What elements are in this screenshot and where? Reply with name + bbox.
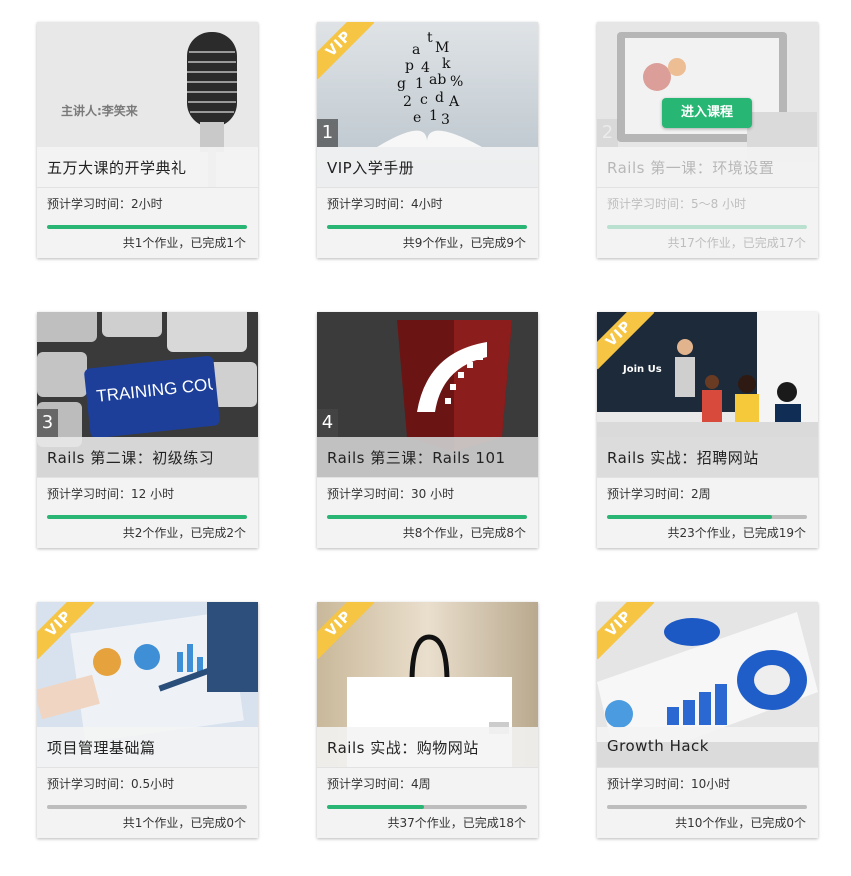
- title-bar: VIP入学手册: [317, 147, 538, 188]
- svg-text:1: 1: [415, 76, 424, 92]
- title-bar: 五万大课的开学典礼: [37, 147, 258, 188]
- title-bar: Growth Hack: [597, 727, 818, 768]
- course-title: VIP入学手册: [327, 159, 415, 177]
- svg-text:k: k: [442, 56, 451, 72]
- title-bar: 项目管理基础篇: [37, 727, 258, 768]
- progress-bar: [607, 225, 807, 229]
- progress-bar: [607, 805, 807, 809]
- svg-text:a: a: [412, 42, 420, 58]
- progress-fill: [327, 515, 527, 519]
- progress-bar: [327, 225, 527, 229]
- study-time: 预计学习时间：30 小时: [327, 487, 455, 501]
- course-card[interactable]: 2 Rails 第一课：环境设置 预计学习时间：5～8 小时 共17个作业，已完…: [597, 22, 818, 258]
- course-card[interactable]: TRAINING COURSES 3 Rails 第二课：初级练习 预计学习时间…: [37, 312, 258, 548]
- course-number: 2: [597, 119, 618, 147]
- course-title: 项目管理基础篇: [47, 739, 156, 757]
- title-bar: Rails 实战：购物网站: [317, 727, 538, 768]
- progress-fill: [607, 515, 773, 519]
- study-time: 预计学习时间：4小时: [327, 197, 443, 211]
- homework-status: 共17个作业，已完成17个: [667, 236, 806, 250]
- homework-status: 共8个作业，已完成8个: [402, 526, 526, 540]
- title-bar: Rails 实战：招聘网站: [597, 437, 818, 478]
- progress-bar: [327, 515, 527, 519]
- homework-status: 共1个作业，已完成0个: [122, 816, 246, 830]
- progress-fill: [47, 225, 247, 229]
- course-title: Rails 第二课：初级练习: [47, 449, 215, 467]
- course-title: Rails 实战：招聘网站: [607, 449, 759, 467]
- svg-text:3: 3: [441, 112, 450, 128]
- svg-text:A: A: [448, 94, 460, 110]
- study-time: 预计学习时间：10小时: [607, 777, 731, 791]
- progress-fill: [327, 225, 527, 229]
- homework-status: 共10个作业，已完成0个: [675, 816, 806, 830]
- progress-fill: [327, 805, 425, 809]
- title-bar: Rails 第三课：Rails 101: [317, 437, 538, 478]
- enter-course-button[interactable]: 进入课程: [662, 98, 752, 128]
- course-card[interactable]: VIP Growth Hack 预计学习时间：10小时 共10个作业，已完成0个: [597, 602, 818, 838]
- course-title: Rails 第三课：Rails 101: [327, 449, 506, 467]
- progress-bar: [47, 225, 247, 229]
- speaker-caption: 主讲人:李笑来: [61, 104, 138, 118]
- progress-fill: [607, 225, 807, 229]
- progress-bar: [47, 805, 247, 809]
- svg-text:g: g: [397, 76, 406, 92]
- svg-text:p: p: [405, 58, 414, 74]
- course-card[interactable]: taM p4k g 1 ab% 2cdA e13 VIP 1 VIP入学手册 预计学…: [317, 22, 538, 258]
- course-title: Rails 第一课：环境设置: [607, 159, 775, 177]
- course-card[interactable]: VIP 项目管理基础篇 预计学习时间：0.5小时 共1个作业，已完成0个: [37, 602, 258, 838]
- svg-text:ab: ab: [429, 72, 446, 88]
- svg-text:d: d: [435, 90, 444, 106]
- join-us-caption: Join Us: [623, 364, 662, 375]
- svg-text:e: e: [413, 110, 421, 126]
- study-time: 预计学习时间：5～8 小时: [607, 197, 747, 211]
- course-card[interactable]: Join Us VIP Rails 实战：招聘网站 预计学习时间：2周 共23个…: [597, 312, 818, 548]
- course-card[interactable]: VIP Rails 实战：购物网站 预计学习时间：4周 共37个作业，已完成18…: [317, 602, 538, 838]
- svg-text:M: M: [435, 40, 449, 56]
- svg-text:t: t: [427, 30, 433, 46]
- course-card[interactable]: 4 Rails 第三课：Rails 101 预计学习时间：30 小时 共8个作业…: [317, 312, 538, 548]
- svg-text:2: 2: [403, 94, 412, 110]
- course-title: Rails 实战：购物网站: [327, 739, 479, 757]
- course-number: 3: [37, 409, 58, 437]
- progress-bar: [47, 515, 247, 519]
- title-bar: Rails 第二课：初级练习: [37, 437, 258, 478]
- course-title: Growth Hack: [607, 737, 709, 755]
- course-card[interactable]: 主讲人:李笑来 五万大课的开学典礼 预计学习时间：2小时 共1个作业，已完成1个: [37, 22, 258, 258]
- study-time: 预计学习时间：4周: [327, 777, 431, 791]
- svg-text:1: 1: [429, 108, 438, 124]
- training-courses-text: TRAINING COURSES: [95, 374, 213, 406]
- homework-status: 共37个作业，已完成18个: [387, 816, 526, 830]
- progress-fill: [47, 515, 247, 519]
- study-time: 预计学习时间：12 小时: [47, 487, 175, 501]
- homework-status: 共1个作业，已完成1个: [122, 236, 246, 250]
- study-time: 预计学习时间：2小时: [47, 197, 163, 211]
- course-number: 1: [317, 119, 338, 147]
- study-time: 预计学习时间：0.5小时: [47, 777, 175, 791]
- course-title: 五万大课的开学典礼: [47, 159, 187, 177]
- title-bar: Rails 第一课：环境设置: [597, 147, 818, 188]
- homework-status: 共2个作业，已完成2个: [122, 526, 246, 540]
- svg-text:TRAINING COURSES: TRAINING COURSES: [95, 374, 213, 406]
- progress-bar: [327, 805, 527, 809]
- svg-text:c: c: [420, 92, 428, 108]
- homework-status: 共9个作业，已完成9个: [402, 236, 526, 250]
- progress-bar: [607, 515, 807, 519]
- homework-status: 共23个作业，已完成19个: [667, 526, 806, 540]
- course-number: 4: [317, 409, 338, 437]
- svg-text:%: %: [450, 74, 463, 90]
- study-time: 预计学习时间：2周: [607, 487, 711, 501]
